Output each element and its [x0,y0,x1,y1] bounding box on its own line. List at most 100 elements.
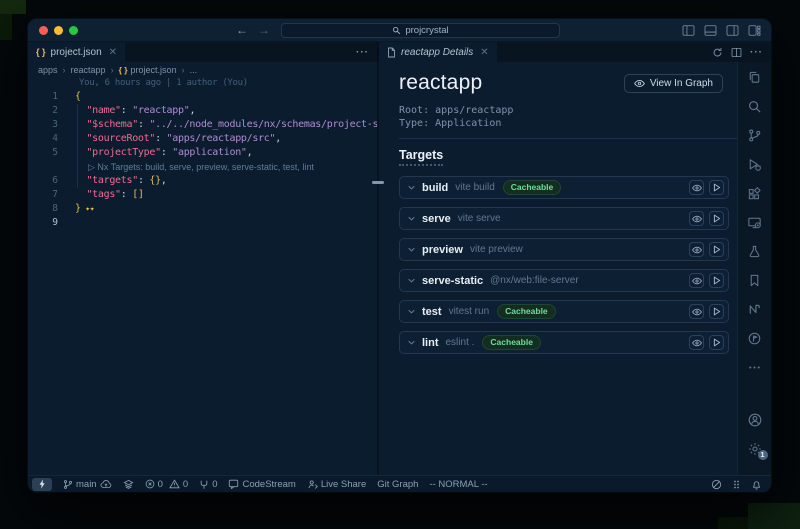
search-text: projcrystal [405,25,448,36]
live-share-status[interactable]: Live Share [307,479,366,490]
customize-layout-icon[interactable] [748,25,761,36]
breadcrumb-item[interactable]: ... [190,65,198,75]
account-icon[interactable] [740,405,770,434]
target-name: lint [422,337,439,349]
format-grid-icon[interactable] [732,479,741,490]
more-icon[interactable] [740,353,770,382]
breadcrumb: apps›reactapp›{ }project.json›... [28,62,377,77]
target-row-lint[interactable]: linteslint .Cacheable [399,331,729,354]
project-meta: Root: apps/reactapp Type: Application [399,104,729,130]
tab-reactapp-details[interactable]: reactapp Details ✕ [379,42,497,62]
gitlens-icon[interactable] [740,324,770,353]
problems-status[interactable]: 0 0 [145,479,189,490]
split-editor-icon[interactable] [731,47,742,58]
refresh-icon[interactable] [712,47,723,58]
search-icon [392,26,401,35]
view-target-button[interactable] [689,304,704,319]
bookmarks-icon[interactable] [740,266,770,295]
code-line: 4 "sourceRoot": "apps/reactapp/src", [28,132,377,146]
tab-project-json[interactable]: { } project.json ✕ [28,42,125,62]
editor-actions-more-icon[interactable]: ··· [356,47,369,58]
toggle-secondary-sidebar-icon[interactable] [726,25,739,36]
toggle-panel-icon[interactable] [704,25,717,36]
breadcrumb-item[interactable]: { }project.json [119,65,177,75]
run-target-button[interactable] [709,273,724,288]
target-row-serve[interactable]: servevite serve [399,207,729,230]
notifications-bell-icon[interactable] [751,479,762,490]
search-icon[interactable] [740,92,770,121]
target-row-build[interactable]: buildvite buildCacheable [399,176,729,199]
nx-targets-codelens[interactable]: ▷ Nx Targets: build, serve, preview, ser… [28,160,377,174]
target-name: serve-static [422,275,483,287]
remote-explorer-icon[interactable] [740,208,770,237]
history-forward-button[interactable]: → [258,23,270,37]
pending-changes-status[interactable]: 0 [199,479,217,490]
line-number: 7 [28,188,58,202]
targets-list: buildvite buildCacheable servevite serve p… [399,176,729,354]
remote-indicator[interactable] [32,478,52,491]
git-graph-status[interactable]: Git Graph [377,479,418,490]
breadcrumb-item[interactable]: apps [38,65,58,75]
layers-status[interactable] [123,479,134,490]
editor-pane: apps›reactapp›{ }project.json›... You, 6… [28,62,377,475]
run-target-button[interactable] [709,180,724,195]
target-row-test[interactable]: testvitest runCacheable [399,300,729,323]
command-center-search[interactable]: projcrystal [281,23,560,38]
chevron-down-icon[interactable] [408,247,415,252]
run-target-button[interactable] [709,304,724,319]
run-target-button[interactable] [709,335,724,350]
close-window-button[interactable] [39,26,48,35]
target-row-preview[interactable]: previewvite preview [399,238,729,261]
breadcrumb-separator: › [182,65,185,75]
chevron-down-icon[interactable] [408,216,415,221]
root-label: Root: [399,105,429,116]
json-file-icon: { } [36,47,46,57]
close-tab-icon[interactable]: ✕ [109,47,117,58]
view-target-button[interactable] [689,211,704,226]
feedback-smiley-icon[interactable] [711,479,722,490]
live-share-label: Live Share [321,479,366,490]
target-row-serve-static[interactable]: serve-static @nx/web:file-server [399,269,729,292]
sash-handle[interactable] [372,181,384,184]
history-back-button[interactable]: ← [236,23,248,37]
git-branch-status[interactable]: main [63,479,112,490]
warning-count: 0 [183,479,188,490]
cacheable-badge: Cacheable [497,304,556,319]
testing-icon[interactable] [740,237,770,266]
explorer-icon[interactable] [740,63,770,92]
breadcrumb-item[interactable]: reactapp [71,65,106,75]
editor-actions-more-icon[interactable]: ··· [750,47,763,58]
run-debug-icon[interactable] [740,150,770,179]
target-command: @nx/web:file-server [490,275,579,286]
chevron-down-icon[interactable] [408,278,415,283]
source-control-icon[interactable] [740,121,770,150]
settings-icon[interactable]: 1 [740,434,770,463]
view-in-graph-button[interactable]: View In Graph [624,74,723,93]
chevron-down-icon[interactable] [408,185,415,190]
view-target-button[interactable] [689,242,704,257]
lightning-icon [38,479,46,489]
editor-sash[interactable] [377,62,379,475]
view-target-button[interactable] [689,273,704,288]
chevron-down-icon[interactable] [408,340,415,345]
chevron-down-icon[interactable] [408,309,415,314]
breadcrumb-separator: › [63,65,66,75]
breadcrumb-label: project.json [131,65,177,75]
run-target-button[interactable] [709,242,724,257]
code-line: 1{ [28,90,377,104]
codestream-status[interactable]: CodeStream [228,479,295,490]
desktop-wallpaper [748,503,800,529]
view-target-button[interactable] [689,335,704,350]
nx-console-icon[interactable] [740,295,770,324]
close-tab-icon[interactable]: ✕ [480,47,488,58]
targets-heading: Targets [399,148,443,166]
run-target-button[interactable] [709,211,724,226]
zoom-window-button[interactable] [69,26,78,35]
vim-mode-status[interactable]: -- NORMAL -- [429,479,487,490]
extensions-icon[interactable] [740,179,770,208]
view-target-button[interactable] [689,180,704,195]
code-editor[interactable]: You, 6 hours ago | 1 author (You) 1{2 "n… [28,77,377,475]
toggle-primary-sidebar-icon[interactable] [682,25,695,36]
project-details-panel: reactapp View In Graph Root: apps/reacta… [379,62,737,475]
minimize-window-button[interactable] [54,26,63,35]
